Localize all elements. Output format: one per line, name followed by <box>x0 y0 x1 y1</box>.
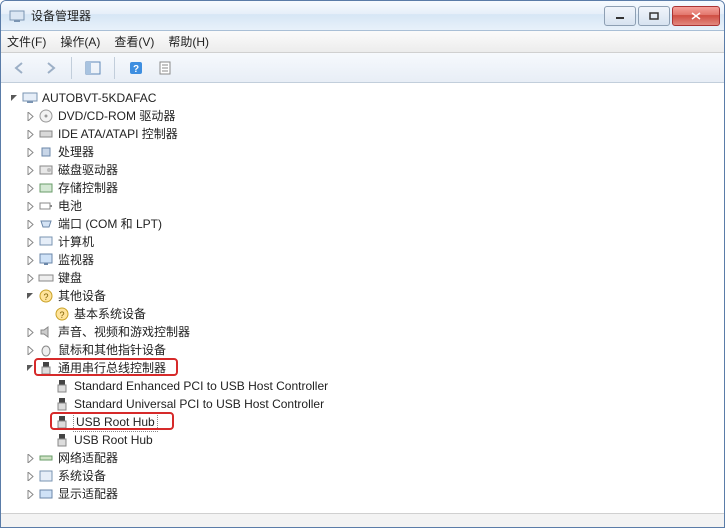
storage-icon <box>38 180 54 196</box>
app-icon <box>9 8 25 24</box>
tree-item-cpu[interactable]: 处理器 <box>25 143 720 161</box>
minimize-button[interactable] <box>604 6 636 26</box>
network-icon <box>38 450 54 466</box>
window-title: 设备管理器 <box>31 7 604 24</box>
svg-text:?: ? <box>133 64 139 75</box>
tree-item-battery[interactable]: 电池 <box>25 197 720 215</box>
tree-item-sound[interactable]: 声音、视频和游戏控制器 <box>25 323 720 341</box>
usb-icon <box>54 414 70 430</box>
expand-icon[interactable] <box>25 129 36 140</box>
menu-help[interactable]: 帮助(H) <box>168 33 209 50</box>
usb-icon <box>54 396 70 412</box>
menu-view[interactable]: 查看(V) <box>114 33 154 50</box>
expand-icon[interactable] <box>25 453 36 464</box>
tree-item-usb[interactable]: 通用串行总线控制器 <box>25 359 720 377</box>
tree-item-usb-root-hub-2[interactable]: USB Root Hub <box>41 431 720 449</box>
battery-icon <box>38 198 54 214</box>
tree-item-network[interactable]: 网络适配器 <box>25 449 720 467</box>
usb-icon <box>54 378 70 394</box>
properties-button[interactable] <box>153 56 179 80</box>
device-manager-window: 设备管理器 文件(F) 操作(A) 查看(V) 帮助(H) ? AUTOBVT-… <box>0 0 725 528</box>
collapse-icon[interactable] <box>25 291 36 302</box>
tree-item-usb-root-hub-1[interactable]: USB Root Hub <box>41 413 720 431</box>
show-hide-tree-button[interactable] <box>80 56 106 80</box>
collapse-icon[interactable] <box>25 363 36 374</box>
tree-item-computer[interactable]: 计算机 <box>25 233 720 251</box>
disc-icon <box>38 108 54 124</box>
close-button[interactable] <box>672 6 720 26</box>
expand-icon[interactable] <box>25 489 36 500</box>
tree-item-usb-universal[interactable]: Standard Universal PCI to USB Host Contr… <box>41 395 720 413</box>
tree-item-other-child[interactable]: ?基本系统设备 <box>41 305 720 323</box>
help-button[interactable]: ? <box>123 56 149 80</box>
svg-text:?: ? <box>59 310 64 320</box>
system-icon <box>38 468 54 484</box>
titlebar[interactable]: 设备管理器 <box>1 1 724 31</box>
expand-icon[interactable] <box>25 201 36 212</box>
tree-root-label: AUTOBVT-5KDAFAC <box>42 89 156 107</box>
statusbar <box>1 513 724 527</box>
expand-icon[interactable] <box>25 237 36 248</box>
monitor-icon <box>38 252 54 268</box>
keyboard-icon <box>38 270 54 286</box>
computer-icon <box>22 90 38 106</box>
expand-icon[interactable] <box>25 219 36 230</box>
tree-item-dvd[interactable]: DVD/CD-ROM 驱动器 <box>25 107 720 125</box>
expand-icon[interactable] <box>25 111 36 122</box>
tree-item-other[interactable]: ?其他设备 <box>25 287 720 305</box>
expand-icon[interactable] <box>25 255 36 266</box>
expand-icon[interactable] <box>25 147 36 158</box>
usb-icon <box>54 432 70 448</box>
tree-item-usb-enhanced[interactable]: Standard Enhanced PCI to USB Host Contro… <box>41 377 720 395</box>
tree-item-monitor[interactable]: 监视器 <box>25 251 720 269</box>
maximize-button[interactable] <box>638 6 670 26</box>
sound-icon <box>38 324 54 340</box>
tree-root[interactable]: AUTOBVT-5KDAFAC <box>9 89 720 107</box>
pc-icon <box>38 234 54 250</box>
cpu-icon <box>38 144 54 160</box>
back-button[interactable] <box>7 56 33 80</box>
tree-item-mouse[interactable]: 鼠标和其他指针设备 <box>25 341 720 359</box>
expand-icon[interactable] <box>25 165 36 176</box>
menu-action[interactable]: 操作(A) <box>60 33 100 50</box>
tree-item-ports[interactable]: 端口 (COM 和 LPT) <box>25 215 720 233</box>
svg-text:?: ? <box>43 292 48 302</box>
tree-item-system[interactable]: 系统设备 <box>25 467 720 485</box>
expand-icon[interactable] <box>25 345 36 356</box>
menubar: 文件(F) 操作(A) 查看(V) 帮助(H) <box>1 31 724 53</box>
tree-item-keyboard[interactable]: 键盘 <box>25 269 720 287</box>
unknown-device-icon: ? <box>54 306 70 322</box>
ide-icon <box>38 126 54 142</box>
menu-file[interactable]: 文件(F) <box>7 33 46 50</box>
device-tree[interactable]: AUTOBVT-5KDAFAC DVD/CD-ROM 驱动器 IDE ATA/A… <box>1 83 724 513</box>
usb-controller-icon <box>38 360 54 376</box>
port-icon <box>38 216 54 232</box>
other-icon: ? <box>38 288 54 304</box>
tree-item-disk[interactable]: 磁盘驱动器 <box>25 161 720 179</box>
forward-button[interactable] <box>37 56 63 80</box>
disk-icon <box>38 162 54 178</box>
tree-item-ide[interactable]: IDE ATA/ATAPI 控制器 <box>25 125 720 143</box>
expand-icon[interactable] <box>25 273 36 284</box>
expand-icon[interactable] <box>25 183 36 194</box>
collapse-icon[interactable] <box>9 93 20 104</box>
expand-icon[interactable] <box>25 327 36 338</box>
display-adapter-icon <box>38 486 54 502</box>
mouse-icon <box>38 342 54 358</box>
expand-icon[interactable] <box>25 471 36 482</box>
toolbar: ? <box>1 53 724 83</box>
tree-item-display[interactable]: 显示适配器 <box>25 485 720 503</box>
tree-item-storage[interactable]: 存储控制器 <box>25 179 720 197</box>
